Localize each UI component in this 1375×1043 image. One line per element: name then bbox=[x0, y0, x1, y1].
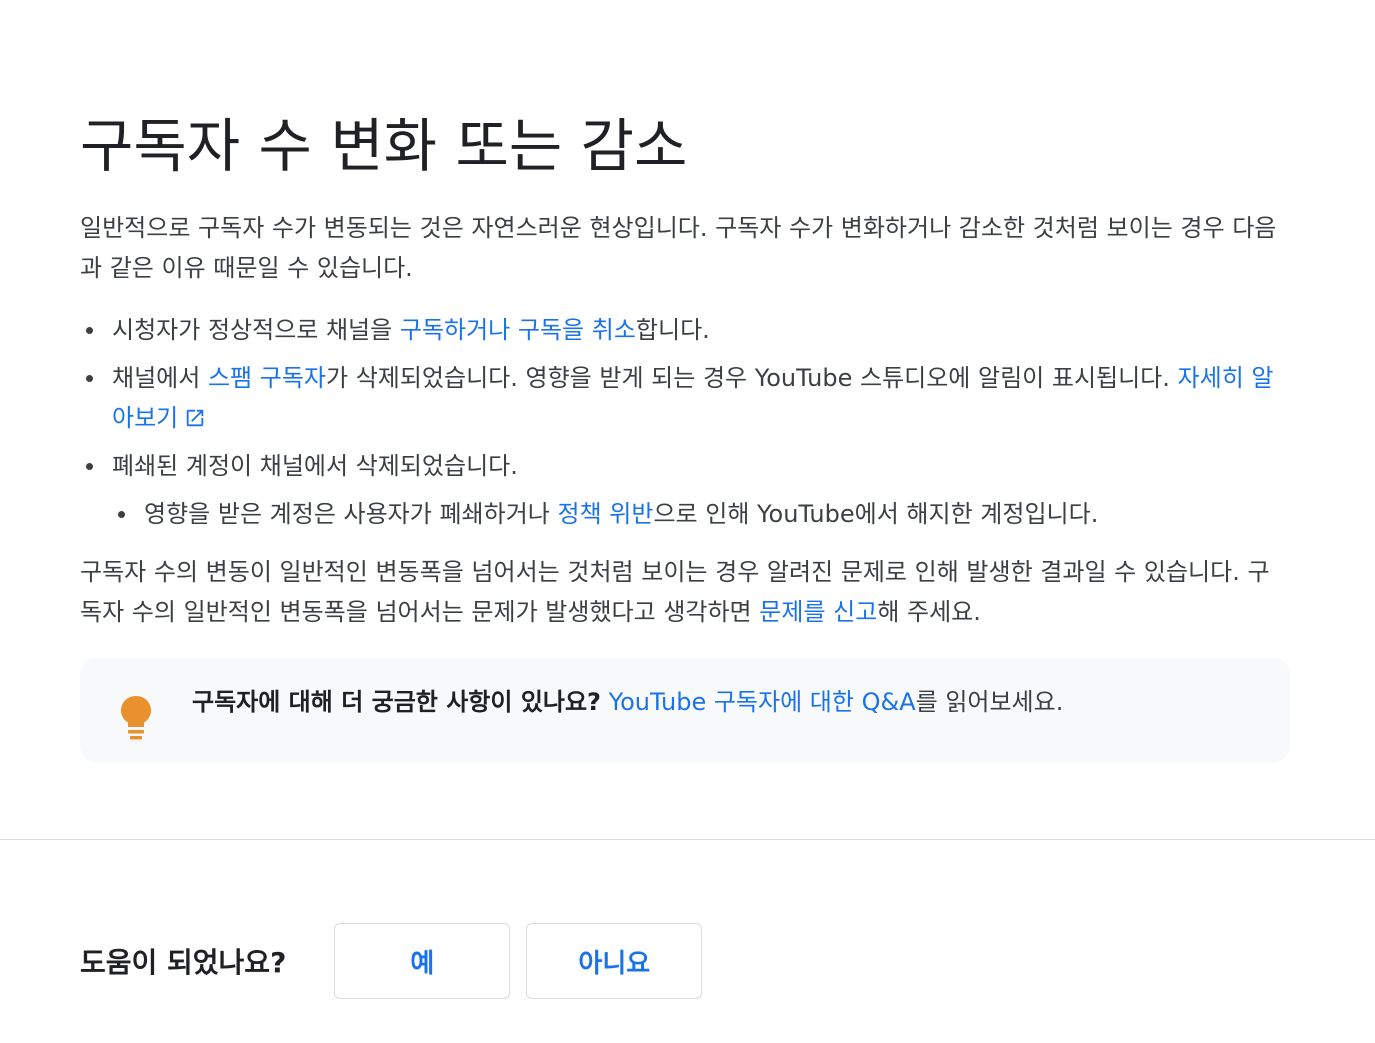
list-item-text: 합니다. bbox=[635, 316, 710, 344]
outro-text: 구독자 수의 변동이 일반적인 변동폭을 넘어서는 것처럼 보이는 경우 알려진… bbox=[80, 558, 1270, 626]
subscribe-unsubscribe-link[interactable]: 구독하거나 구독을 취소 bbox=[400, 316, 636, 344]
list-item-text: 영향을 받은 계정은 사용자가 폐쇄하거나 bbox=[144, 500, 558, 528]
article: 구독자 수 변화 또는 감소 일반적으로 구독자 수가 변동되는 것은 자연스러… bbox=[80, 0, 1290, 762]
report-issue-link[interactable]: 문제를 신고 bbox=[759, 598, 877, 626]
list-item-text: 폐쇄된 계정이 채널에서 삭제되었습니다. bbox=[112, 452, 518, 480]
spam-subscribers-link[interactable]: 스팸 구독자 bbox=[208, 364, 326, 392]
list-item-text: 채널에서 bbox=[112, 364, 208, 392]
subscriber-qa-link[interactable]: YouTube 구독자에 대한 Q&A bbox=[609, 688, 916, 716]
feedback-section: 도움이 되었나요? 예 아니요 bbox=[80, 923, 718, 999]
no-button[interactable]: 아니요 bbox=[526, 923, 703, 999]
outro-paragraph: 구독자 수의 변동이 일반적인 변동폭을 넘어서는 것처럼 보이는 경우 알려진… bbox=[80, 552, 1290, 632]
sub-list-item: 영향을 받은 계정은 사용자가 폐쇄하거나 정책 위반으로 인해 YouTube… bbox=[112, 494, 1290, 534]
divider bbox=[0, 839, 1375, 840]
list-item: 폐쇄된 계정이 채널에서 삭제되었습니다. 영향을 받은 계정은 사용자가 폐쇄… bbox=[80, 446, 1290, 534]
sub-list: 영향을 받은 계정은 사용자가 폐쇄하거나 정책 위반으로 인해 YouTube… bbox=[112, 494, 1290, 534]
reasons-list: 시청자가 정상적으로 채널을 구독하거나 구독을 취소합니다. 채널에서 스팸 … bbox=[80, 310, 1290, 534]
qa-callout: 구독자에 대해 더 궁금한 사항이 있나요? YouTube 구독자에 대한 Q… bbox=[80, 658, 1290, 762]
list-item: 시청자가 정상적으로 채널을 구독하거나 구독을 취소합니다. bbox=[80, 310, 1290, 350]
list-item-text: 으로 인해 YouTube에서 해지한 계정입니다. bbox=[653, 500, 1099, 528]
feedback-question: 도움이 되었나요? bbox=[80, 946, 287, 979]
list-item-text: 가 삭제되었습니다. 영향을 받게 되는 경우 YouTube 스튜디오에 알림… bbox=[325, 364, 1178, 392]
callout-question: 구독자에 대해 더 궁금한 사항이 있나요? bbox=[192, 688, 601, 716]
policy-violation-link[interactable]: 정책 위반 bbox=[558, 500, 654, 528]
intro-paragraph: 일반적으로 구독자 수가 변동되는 것은 자연스러운 현상입니다. 구독자 수가… bbox=[80, 214, 1277, 282]
external-link-icon bbox=[187, 409, 204, 427]
list-item: 채널에서 스팸 구독자가 삭제되었습니다. 영향을 받게 되는 경우 YouTu… bbox=[80, 358, 1290, 438]
list-item-text: 시청자가 정상적으로 채널을 bbox=[112, 316, 400, 344]
lightbulb-icon bbox=[121, 696, 151, 740]
callout-text: 구독자에 대해 더 궁금한 사항이 있나요? YouTube 구독자에 대한 Q… bbox=[192, 682, 1063, 722]
outro-text: 해 주세요. bbox=[877, 598, 981, 626]
callout-suffix: 를 읽어보세요. bbox=[915, 688, 1064, 716]
page-title: 구독자 수 변화 또는 감소 bbox=[80, 112, 688, 180]
yes-button[interactable]: 예 bbox=[334, 923, 511, 999]
